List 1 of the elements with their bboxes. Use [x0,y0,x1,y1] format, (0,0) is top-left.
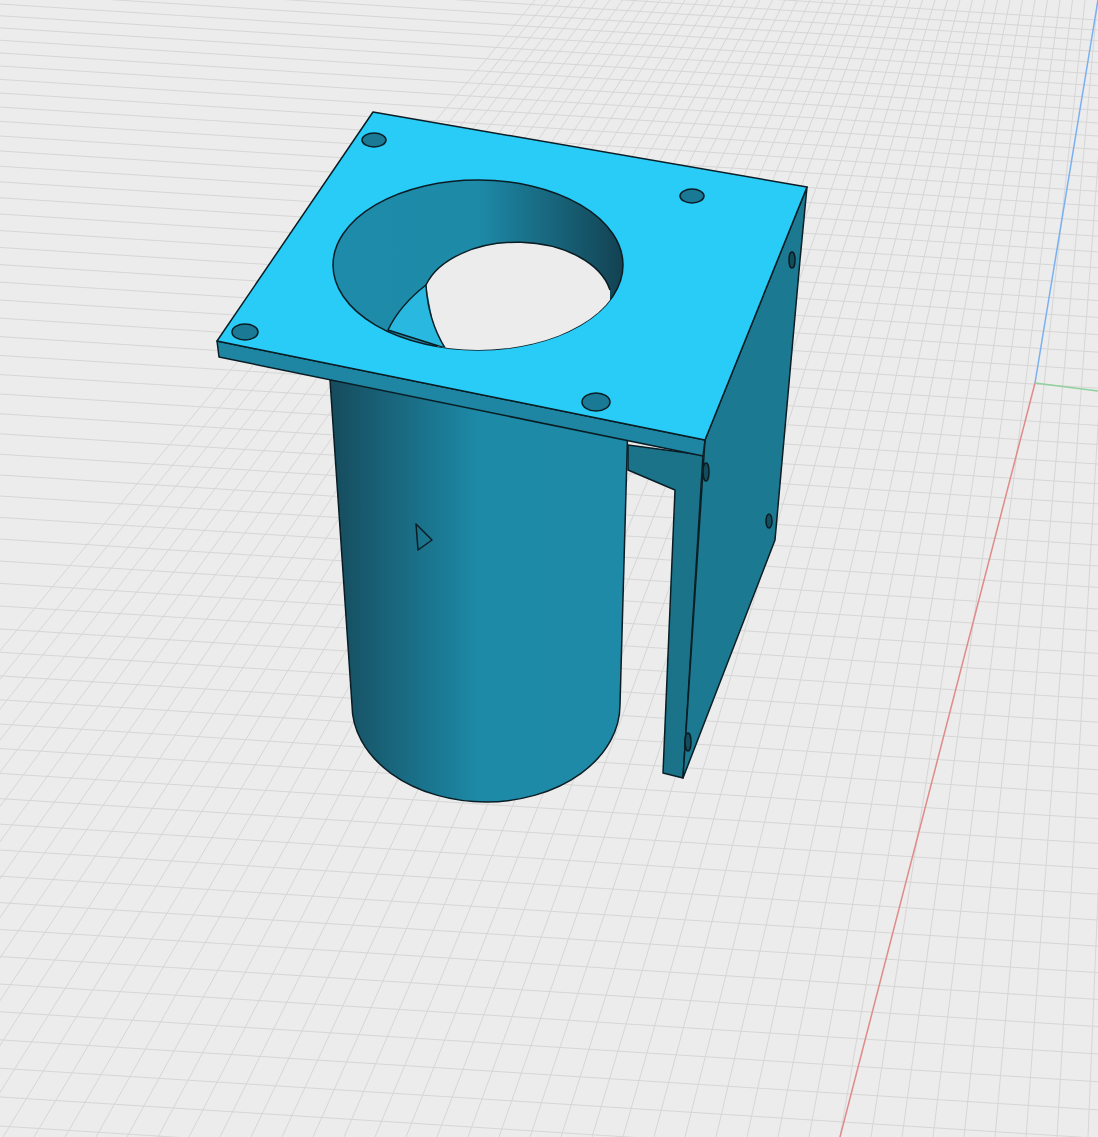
bracket-model-drawing[interactable] [216,111,808,803]
